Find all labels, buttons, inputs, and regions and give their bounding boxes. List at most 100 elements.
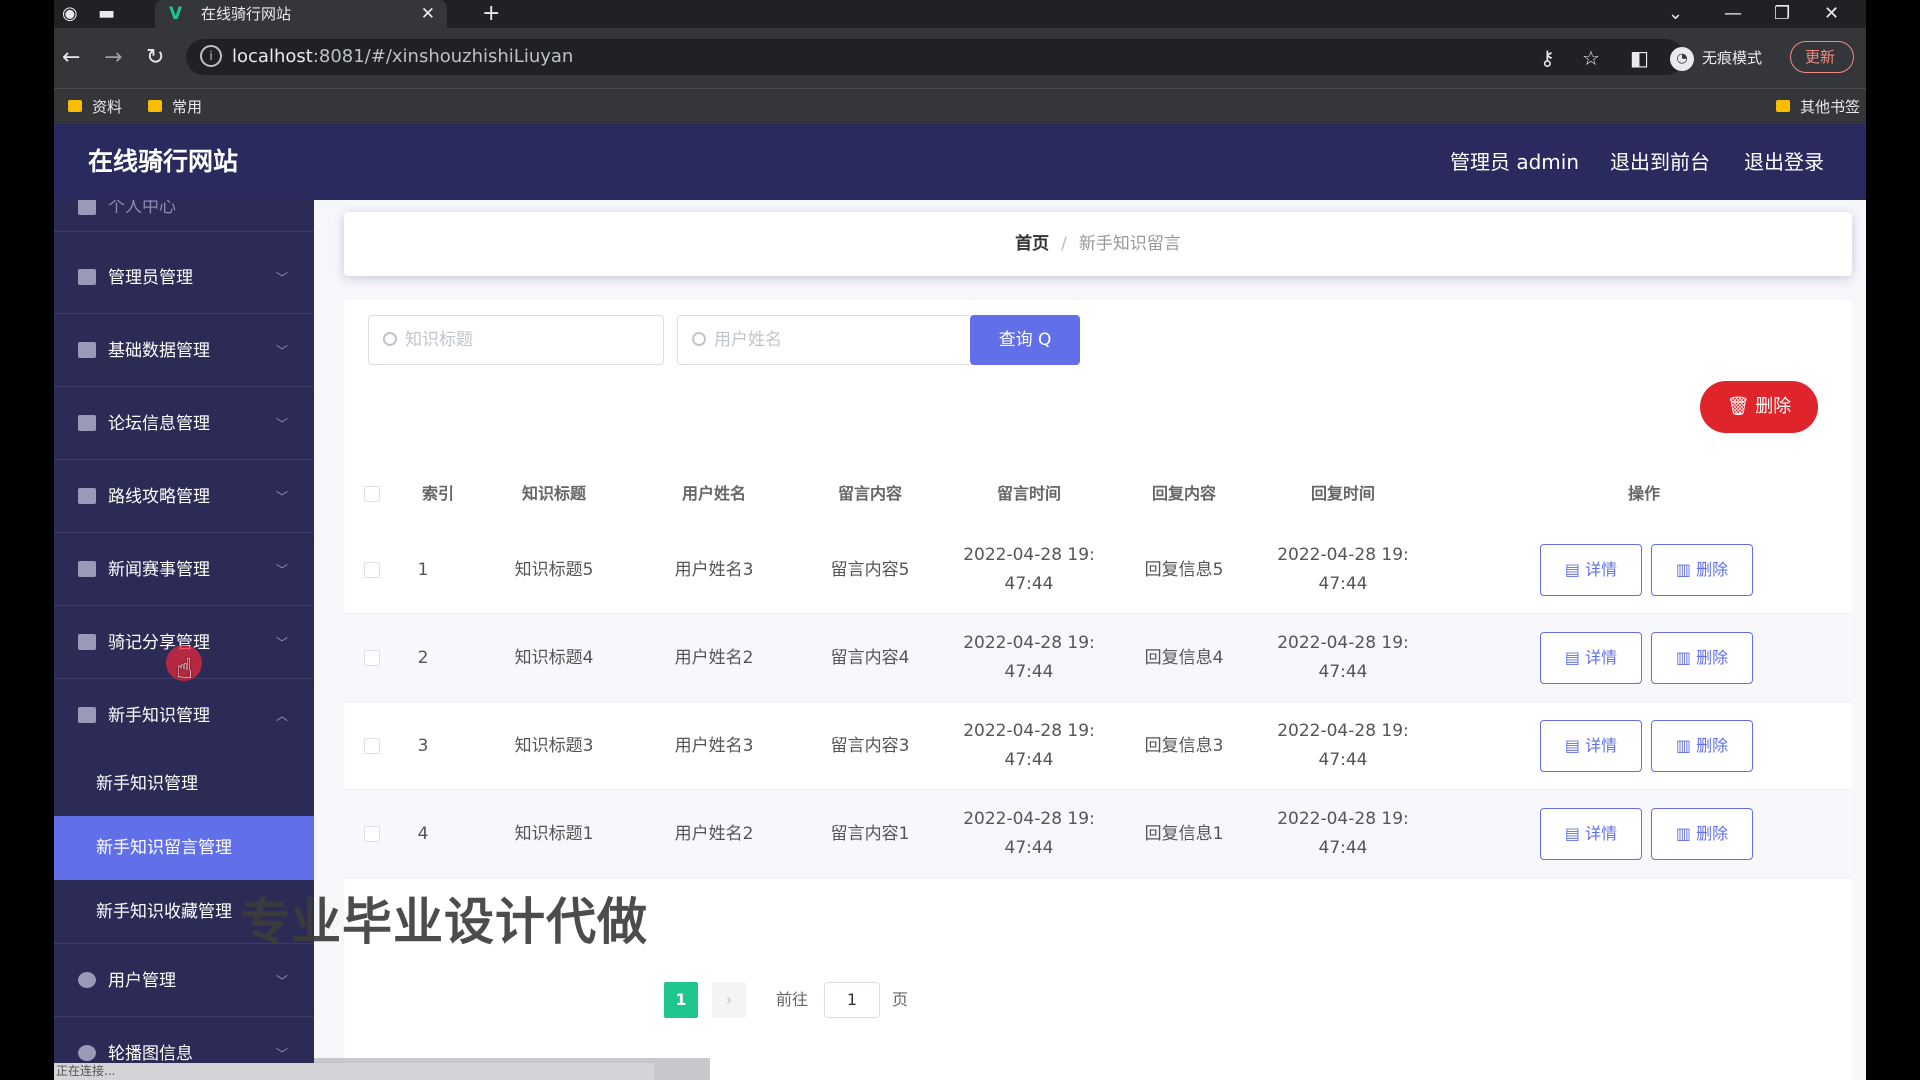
bulk-delete-button[interactable]: 🗑 删除: [1700, 381, 1818, 433]
share-icon: [78, 634, 96, 650]
detail-button[interactable]: ▤ 详情: [1540, 808, 1642, 860]
sidebar-item-admin[interactable]: 管理员管理 ﹀: [54, 242, 314, 314]
cell-reply-time: 2022-04-28 19: 47:44: [1277, 545, 1409, 594]
cell-index: 4: [417, 824, 429, 844]
browser-tab[interactable]: V 在线骑行网站 ✕: [155, 0, 447, 28]
search-icon: [692, 332, 706, 346]
pagination: 1 › 前往 1 页: [344, 978, 1852, 1018]
user-name-input[interactable]: [714, 316, 964, 364]
incognito-icon: ◔: [1670, 46, 1694, 71]
tab-bar: ◉ ▬ V 在线骑行网站 ✕ + ⌄ — ❐ ✕: [54, 0, 1866, 28]
sidebar-item-news[interactable]: 新闻赛事管理 ﹀: [54, 534, 314, 606]
restore-icon[interactable]: ❐: [1774, 0, 1790, 28]
trash-icon: ▥: [1675, 736, 1697, 755]
cell-title: 知识标题1: [514, 824, 594, 844]
row-checkbox[interactable]: [364, 562, 380, 578]
user-name-search[interactable]: [677, 315, 973, 365]
trash-icon: ▥: [1675, 560, 1697, 579]
bookmark-star-icon[interactable]: ☆: [1582, 44, 1600, 72]
doc-icon: ▤: [1564, 560, 1586, 579]
bookmark-folder-ziliao[interactable]: 资料: [68, 89, 122, 125]
window-close-icon[interactable]: ✕: [1824, 0, 1839, 28]
trash-icon: ▥: [1675, 648, 1697, 667]
cell-content: 留言内容4: [830, 648, 910, 668]
knowledge-title-input[interactable]: [405, 316, 655, 364]
query-button[interactable]: 查询 Q: [970, 315, 1080, 365]
minimize-icon[interactable]: —: [1724, 0, 1742, 28]
sidebar-item-personal[interactable]: 个人中心: [54, 200, 314, 232]
goto-page-input[interactable]: 1: [824, 982, 880, 1018]
side-panel-icon[interactable]: ◧: [1630, 44, 1649, 72]
sidebar-item-users[interactable]: 用户管理 ﹀: [54, 945, 314, 1017]
col-time: 留言时间: [996, 484, 1061, 503]
breadcrumb-separator: /: [1061, 234, 1067, 254]
reload-icon[interactable]: ↻: [146, 44, 164, 72]
row-checkbox[interactable]: [364, 738, 380, 754]
update-button[interactable]: 更新: [1790, 41, 1854, 73]
delete-button[interactable]: ▥ 删除: [1651, 632, 1753, 684]
cell-user: 用户姓名2: [674, 824, 754, 844]
screen: ◉ ▬ V 在线骑行网站 ✕ + ⌄ — ❐ ✕ ← → ↻ i localho…: [0, 0, 1920, 1080]
other-bookmarks[interactable]: 其他书签: [1776, 89, 1860, 125]
trash-icon: ▥: [1675, 824, 1697, 843]
knowledge-icon: [78, 707, 96, 723]
data-icon: [78, 342, 96, 358]
delete-button[interactable]: ▥ 删除: [1651, 808, 1753, 860]
delete-button[interactable]: ▥ 删除: [1651, 720, 1753, 772]
tab-close-icon[interactable]: ✕: [421, 0, 435, 28]
chevron-down-icon: ﹀: [275, 344, 288, 358]
sidebar-sub-knowledge-comments[interactable]: 新手知识留言管理: [54, 816, 314, 880]
detail-button[interactable]: ▤ 详情: [1540, 720, 1642, 772]
cell-time: 2022-04-28 19: 47:44: [963, 721, 1095, 770]
browser-menu-icon[interactable]: ◉: [62, 0, 78, 28]
sidebar-item-basic-data[interactable]: 基础数据管理 ﹀: [54, 315, 314, 387]
knowledge-title-search[interactable]: [368, 315, 664, 365]
detail-button[interactable]: ▤ 详情: [1540, 632, 1642, 684]
chevron-down-icon: ﹀: [275, 271, 288, 285]
page-current[interactable]: 1: [664, 982, 698, 1018]
password-key-icon[interactable]: ⚷: [1540, 44, 1555, 72]
cell-reply-time: 2022-04-28 19: 47:44: [1277, 633, 1409, 682]
site-info-icon[interactable]: i: [200, 45, 222, 67]
goto-label: 前往: [776, 990, 809, 1009]
cell-time: 2022-04-28 19: 47:44: [963, 633, 1095, 682]
breadcrumb-home[interactable]: 首页: [1015, 234, 1049, 254]
logout-link[interactable]: 退出登录: [1744, 124, 1824, 200]
row-checkbox[interactable]: [364, 650, 380, 666]
exit-to-front-link[interactable]: 退出到前台: [1610, 124, 1710, 200]
row-checkbox[interactable]: [364, 826, 380, 842]
cell-title: 知识标题3: [514, 736, 594, 756]
site-brand: 在线骑行网站: [88, 147, 239, 176]
back-icon[interactable]: ←: [62, 44, 80, 72]
bookmark-folder-changyong[interactable]: 常用: [148, 89, 202, 125]
cell-reply: 回复信息5: [1144, 560, 1224, 580]
search-icon: [383, 332, 397, 346]
sidebar-item-knowledge[interactable]: 新手知识管理 ︿: [54, 680, 314, 752]
sidebar-item-forum[interactable]: 论坛信息管理 ﹀: [54, 388, 314, 460]
cell-time: 2022-04-28 19: 47:44: [963, 545, 1095, 594]
select-all-checkbox[interactable]: [364, 486, 380, 502]
cell-title: 知识标题5: [514, 560, 594, 580]
detail-button[interactable]: ▤ 详情: [1540, 544, 1642, 596]
cell-index: 1: [417, 560, 429, 580]
cell-index: 2: [417, 648, 429, 668]
cell-reply-time: 2022-04-28 19: 47:44: [1277, 721, 1409, 770]
col-reply: 回复内容: [1151, 484, 1216, 503]
incognito-indicator[interactable]: ◔ 无痕模式: [1670, 46, 1762, 71]
tab-title: 在线骑行网站: [201, 5, 292, 23]
sidebar-item-routes[interactable]: 路线攻略管理 ﹀: [54, 461, 314, 533]
next-page-button[interactable]: ›: [712, 982, 746, 1018]
address-bar[interactable]: i localhost:8081/#/xinshouzhishiLiuyan: [186, 39, 1684, 75]
tab-list-chevron-icon[interactable]: ⌄: [1668, 0, 1683, 28]
delete-button[interactable]: ▥ 删除: [1651, 544, 1753, 596]
forward-icon[interactable]: →: [104, 44, 122, 72]
col-content: 留言内容: [837, 484, 902, 503]
cell-user: 用户姓名3: [674, 560, 754, 580]
tab-search-icon[interactable]: ▬: [98, 0, 115, 28]
cell-content: 留言内容3: [830, 736, 910, 756]
sidebar-sub-knowledge[interactable]: 新手知识管理: [54, 752, 314, 816]
cell-content: 留言内容1: [830, 824, 910, 844]
cell-reply: 回复信息4: [1144, 648, 1224, 668]
cell-user: 用户姓名2: [674, 648, 754, 668]
new-tab-icon[interactable]: +: [482, 0, 500, 28]
